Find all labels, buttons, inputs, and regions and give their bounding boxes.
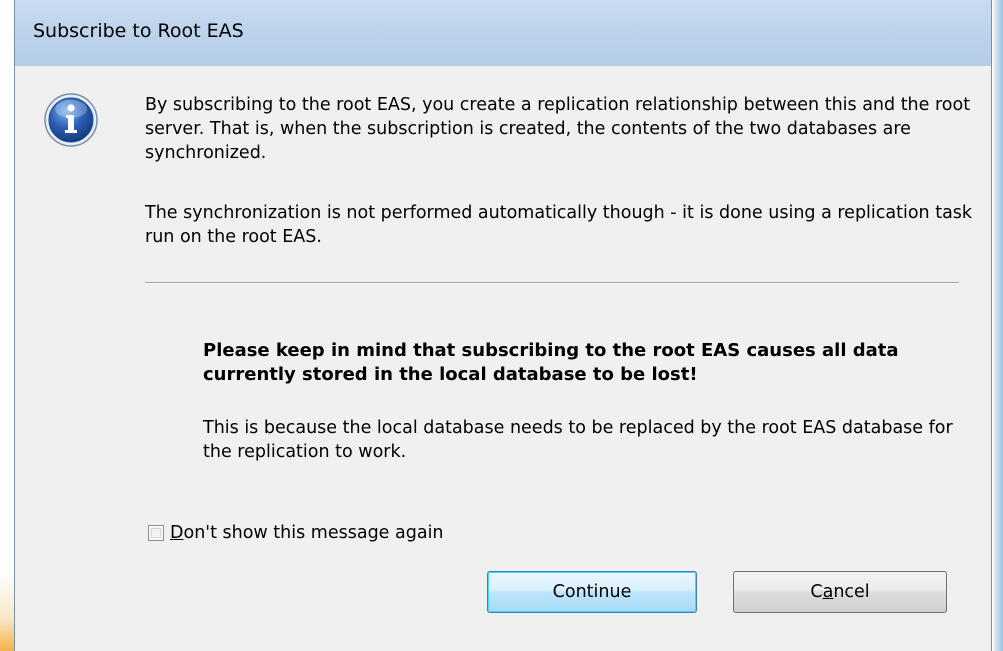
message-paragraph-2: The synchronization is not performed aut… [145, 203, 973, 247]
info-icon [44, 93, 98, 147]
cancel-suffix: ncel [833, 582, 870, 602]
desktop-background-right [992, 0, 1003, 651]
desktop-background-left [0, 0, 14, 651]
dont-show-again-label[interactable]: Don't show this message again [170, 523, 444, 543]
cancel-button[interactable]: Ca ncel [733, 571, 947, 613]
title-bar[interactable]: Subscribe to Root EAS [15, 0, 991, 67]
separator-line [145, 282, 959, 284]
dont-show-again-option[interactable]: Don't show this message again [148, 521, 444, 545]
window-title: Subscribe to Root EAS [33, 20, 244, 42]
label-text: on't show this message again [183, 523, 444, 543]
label-mnemonic: D [170, 523, 184, 543]
dialog-content: By subscribing to the root EAS, you crea… [15, 66, 991, 651]
dont-show-again-checkbox[interactable] [148, 525, 164, 541]
cancel-prefix: C [810, 582, 823, 602]
message-paragraph-1: By subscribing to the root EAS, you crea… [145, 95, 971, 163]
warning-title: Please keep in mind that subscribing to … [203, 340, 899, 385]
subscribe-dialog: Subscribe to Root EAS By subscribing to … [14, 0, 992, 651]
cancel-mnemonic: a [822, 582, 834, 602]
continue-button[interactable]: Continue [487, 571, 697, 613]
warning-body: This is because the local database needs… [203, 418, 953, 462]
